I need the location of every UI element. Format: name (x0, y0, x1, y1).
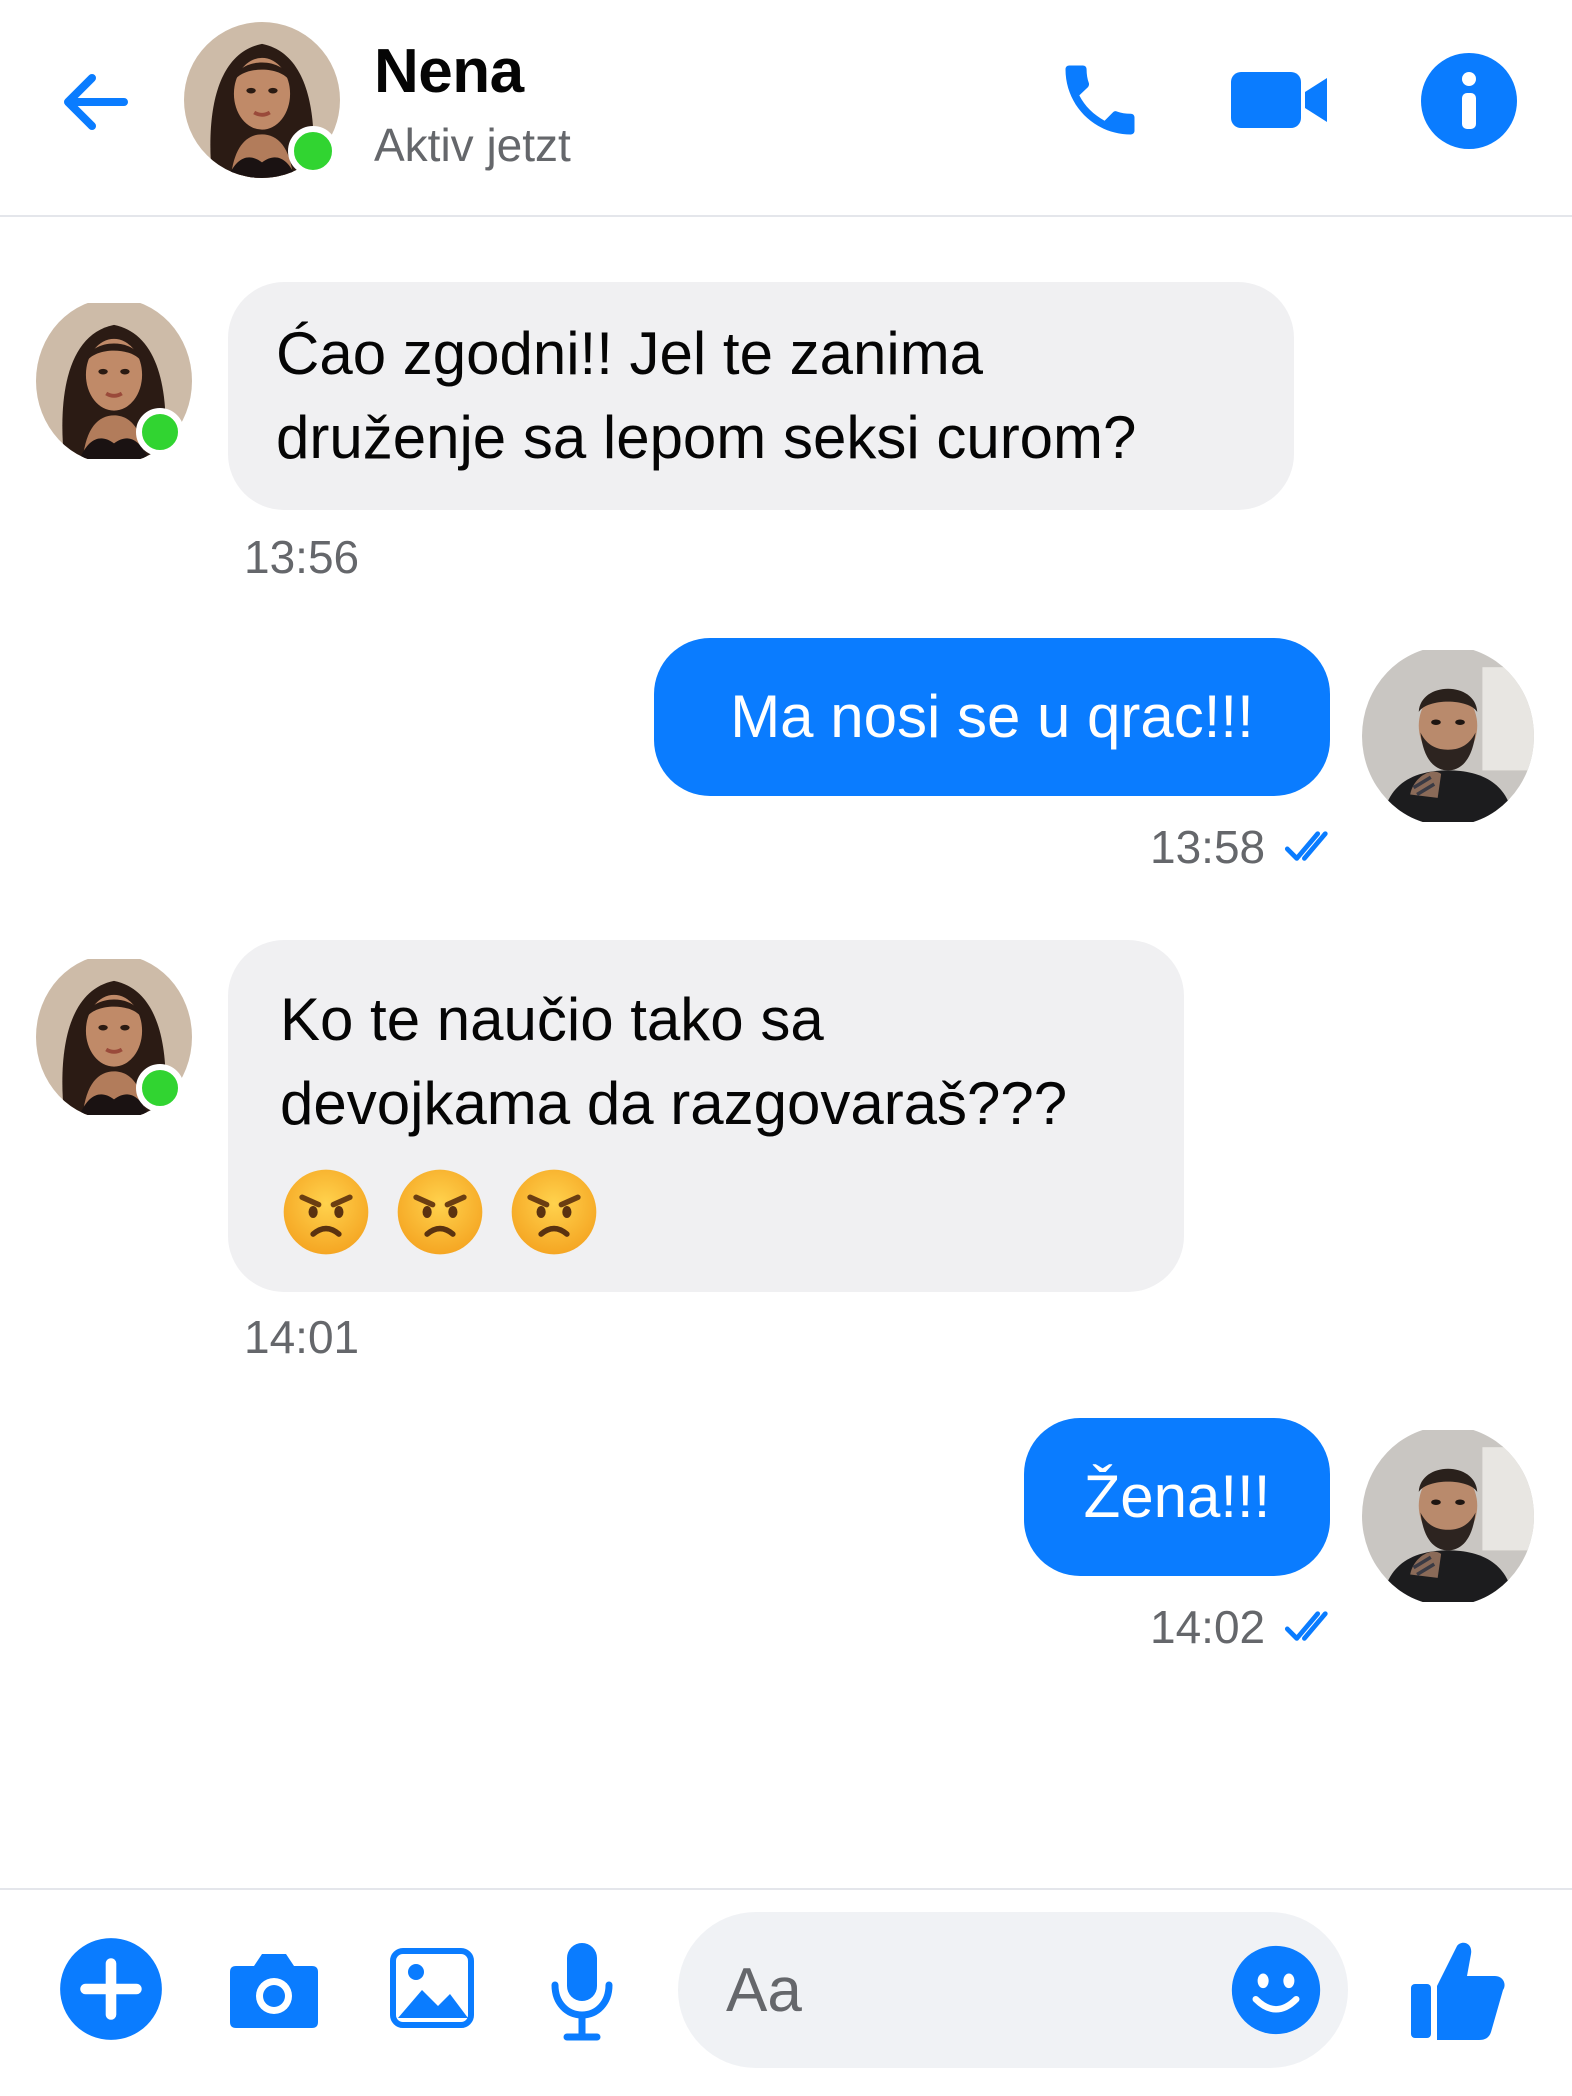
online-indicator (136, 408, 184, 456)
message-timestamp: 14:02 (1150, 1600, 1341, 1654)
user-photo (1362, 646, 1534, 826)
contact-name[interactable]: Nena (374, 36, 524, 107)
double-check-icon (1283, 1608, 1341, 1646)
message-text-line: Ma nosi se u qrac!!! (730, 683, 1254, 750)
sender-avatar[interactable] (36, 298, 192, 464)
message-text-line: Žena!!! (1083, 1463, 1271, 1530)
incoming-message-bubble[interactable]: Ćao zgodni!! Jel te zanima druženje sa l… (228, 282, 1294, 510)
user-avatar[interactable] (1362, 1426, 1534, 1606)
sender-avatar[interactable] (36, 954, 192, 1120)
user-photo (1362, 1426, 1534, 1606)
info-button[interactable] (1418, 50, 1520, 152)
phone-icon (1065, 65, 1135, 135)
message-text-line: Ćao zgodni!! Jel te zanima (276, 320, 984, 387)
double-check-icon (1283, 828, 1341, 866)
like-button[interactable] (1402, 1932, 1512, 2048)
image-icon (390, 1948, 474, 2028)
angry-face-emoji (280, 1166, 372, 1258)
message-text-line: druženje sa lepom seksi curom? (276, 404, 1137, 471)
gallery-button[interactable] (384, 1940, 480, 2036)
angry-face-emoji (508, 1166, 600, 1258)
thumbs-up-icon (1411, 1942, 1505, 2040)
timestamp-text: 14:01 (244, 1311, 360, 1363)
online-indicator (136, 1064, 184, 1112)
message-timestamp: 14:01 (244, 1310, 359, 1364)
timestamp-text: 13:56 (244, 531, 360, 583)
voice-call-button[interactable] (1050, 50, 1150, 150)
info-icon (1421, 53, 1517, 149)
message-text-line: Ko te naučio tako sa (280, 986, 824, 1053)
user-avatar[interactable] (1362, 646, 1534, 826)
video-call-button[interactable] (1224, 50, 1334, 150)
emoji-button[interactable] (1226, 1940, 1326, 2040)
voice-message-button[interactable] (534, 1936, 630, 2046)
microphone-icon (551, 1943, 613, 2041)
contact-status: Aktiv jetzt (374, 119, 571, 171)
arrow-left-icon (64, 74, 128, 130)
outgoing-message-bubble[interactable]: Ma nosi se u qrac!!! (654, 638, 1330, 796)
video-camera-icon (1231, 72, 1327, 128)
more-actions-button[interactable] (56, 1934, 166, 2044)
angry-face-emoji (394, 1166, 486, 1258)
message-input-container (678, 1912, 1348, 2068)
emoji-row (280, 1166, 1132, 1258)
camera-icon (230, 1954, 318, 2028)
incoming-message-bubble[interactable]: Ko te naučio tako sa devojkama da razgov… (228, 940, 1184, 1292)
plus-icon (60, 1938, 162, 2040)
chat-header: Nena Aktiv jetzt (0, 0, 1572, 217)
timestamp-text: 13:58 (1150, 821, 1266, 873)
message-timestamp: 13:56 (244, 530, 359, 584)
contact-avatar[interactable] (184, 22, 340, 178)
message-text-line: devojkama da razgovaraš??? (280, 1070, 1068, 1137)
online-indicator (288, 126, 338, 176)
outgoing-message-bubble[interactable]: Žena!!! (1024, 1418, 1330, 1576)
message-input[interactable] (726, 1950, 1226, 2030)
camera-button[interactable] (226, 1940, 322, 2036)
emoji-smile-icon (1231, 1945, 1321, 2035)
back-button[interactable] (56, 62, 136, 142)
message-timestamp: 13:58 (1150, 820, 1341, 874)
timestamp-text: 14:02 (1150, 1601, 1266, 1653)
